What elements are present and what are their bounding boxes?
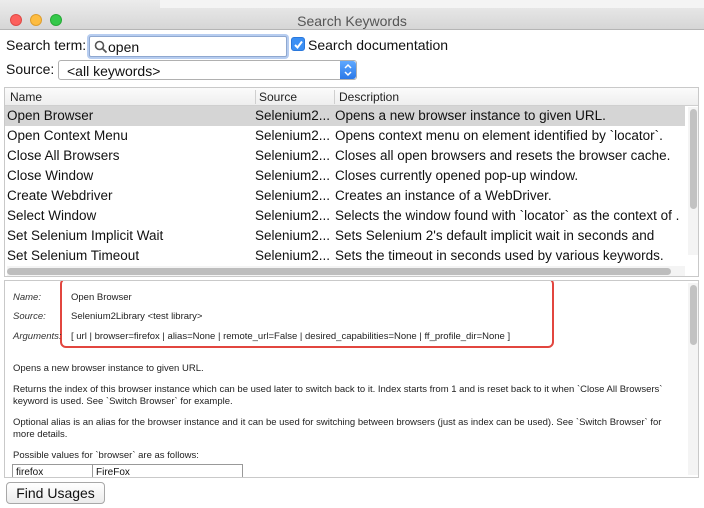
source-selected-value: <all keywords> xyxy=(67,63,161,79)
search-documentation-label[interactable]: Search documentation xyxy=(308,37,448,53)
table-vertical-scroll-thumb[interactable] xyxy=(690,109,697,209)
row-description: Opens context menu on element identified… xyxy=(335,128,663,143)
row-source: Selenium2... xyxy=(255,208,331,223)
table-horizontal-scroll-thumb[interactable] xyxy=(7,268,671,275)
table-vertical-scrollbar[interactable] xyxy=(688,107,698,255)
table-row[interactable]: Close All Browsers Selenium2... Closes a… xyxy=(5,146,685,166)
doc-name-value: Open Browser xyxy=(71,292,132,303)
row-name: Close Window xyxy=(7,168,94,183)
row-name: Open Context Menu xyxy=(7,128,128,143)
row-description: Sets Selenium 2's default implicit wait … xyxy=(335,228,655,243)
doc-arguments-value: [ url | browser=firefox | alias=None | r… xyxy=(71,331,511,342)
search-input[interactable] xyxy=(108,38,284,56)
row-description: Sets the timeout in seconds used by vari… xyxy=(335,248,664,263)
doc-vertical-scroll-thumb[interactable] xyxy=(690,285,697,345)
browser-key-cell: firefox xyxy=(12,464,93,477)
updown-chevron-icon[interactable] xyxy=(340,61,356,79)
doc-paragraph: Opens a new browser instance to given UR… xyxy=(13,363,204,374)
row-name: Set Selenium Implicit Wait xyxy=(7,228,164,243)
search-term-label: Search term: xyxy=(6,37,87,53)
row-source: Selenium2... xyxy=(255,248,331,263)
table-row[interactable]: Set Selenium Implicit Wait Selenium2... … xyxy=(5,226,685,246)
search-documentation-checkbox[interactable] xyxy=(291,37,305,51)
doc-paragraph: Optional alias is an alias for the brows… xyxy=(13,417,662,440)
row-source: Selenium2... xyxy=(255,128,331,143)
browser-value-cell: FireFox xyxy=(92,464,243,477)
row-source: Selenium2... xyxy=(255,228,331,243)
row-name: Open Browser xyxy=(7,108,94,123)
table-row[interactable]: Close Window Selenium2... Closes current… xyxy=(5,166,685,186)
row-source: Selenium2... xyxy=(255,168,331,183)
row-description: Selects the window found with `locator` … xyxy=(335,208,680,223)
background-window-strip xyxy=(160,0,704,8)
row-name: Set Selenium Timeout xyxy=(7,248,140,263)
table-row[interactable]: Select Window Selenium2... Selects the w… xyxy=(5,206,685,226)
source-label: Source: xyxy=(6,61,55,77)
doc-vertical-scrollbar[interactable] xyxy=(688,283,698,475)
doc-paragraph: Returns the index of this browser instan… xyxy=(13,384,663,407)
find-usages-button[interactable]: Find Usages xyxy=(6,482,105,504)
table-row[interactable]: Open Browser Selenium2... Opens a new br… xyxy=(5,106,685,126)
column-header-name[interactable]: Name xyxy=(10,90,42,104)
table-header: Name Source Description xyxy=(5,88,698,106)
title-bar: Search Keywords xyxy=(0,0,704,30)
doc-name-label: Name: xyxy=(13,292,41,303)
row-source: Selenium2... xyxy=(255,148,331,163)
search-field[interactable] xyxy=(89,36,287,57)
magnifier-icon xyxy=(94,40,108,54)
row-name: Create Webdriver xyxy=(7,188,113,203)
doc-arguments-label: Arguments: xyxy=(13,331,62,342)
doc-source-value: Selenium2Library <test library> xyxy=(71,311,203,322)
doc-paragraph: Possible values for `browser` are as fol… xyxy=(13,450,199,461)
table-row[interactable]: Create Webdriver Selenium2... Creates an… xyxy=(5,186,685,206)
browser-values-table: firefox FireFox xyxy=(12,464,243,477)
row-name: Close All Browsers xyxy=(7,148,120,163)
row-source: Selenium2... xyxy=(255,108,331,123)
source-select[interactable]: <all keywords> xyxy=(58,60,357,80)
row-description: Opens a new browser instance to given UR… xyxy=(335,108,606,123)
row-description: Closes currently opened pop-up window. xyxy=(335,168,579,183)
table-row[interactable]: Open Context Menu Selenium2... Opens con… xyxy=(5,126,685,146)
keywords-table: Name Source Description Open Browser Sel… xyxy=(4,87,699,277)
row-source: Selenium2... xyxy=(255,188,331,203)
column-header-description[interactable]: Description xyxy=(339,90,399,104)
documentation-pane: Name: Open Browser Source: Selenium2Libr… xyxy=(4,280,699,478)
table-horizontal-scrollbar[interactable] xyxy=(7,266,685,276)
row-description: Closes all open browsers and resets the … xyxy=(335,148,671,163)
row-description: Creates an instance of a WebDriver. xyxy=(335,188,552,203)
doc-source-label: Source: xyxy=(13,311,46,322)
checkmark-icon xyxy=(294,40,303,50)
window-title: Search Keywords xyxy=(297,13,407,29)
table-row: firefox FireFox xyxy=(12,464,243,477)
table-row[interactable]: Set Selenium Timeout Selenium2... Sets t… xyxy=(5,246,685,266)
row-name: Select Window xyxy=(7,208,97,223)
column-header-source[interactable]: Source xyxy=(259,90,297,104)
